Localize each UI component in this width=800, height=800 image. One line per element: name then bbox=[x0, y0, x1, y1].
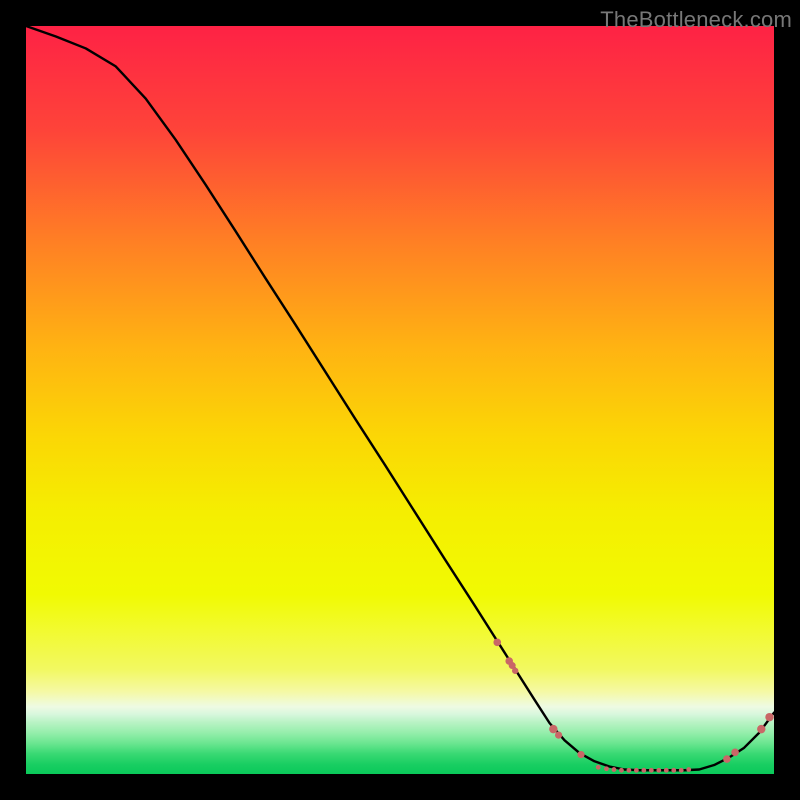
chart-marker bbox=[686, 767, 691, 772]
chart-marker bbox=[671, 768, 676, 773]
chart-marker bbox=[549, 725, 557, 733]
chart-background bbox=[26, 26, 774, 774]
chart-marker bbox=[664, 768, 669, 773]
chart-marker bbox=[634, 768, 639, 773]
chart-marker bbox=[641, 768, 646, 773]
chart-marker bbox=[555, 732, 562, 739]
chart-marker bbox=[512, 668, 518, 674]
chart-marker bbox=[577, 751, 584, 758]
chart-marker bbox=[604, 766, 609, 771]
watermark-label: TheBottleneck.com bbox=[600, 7, 792, 33]
chart-marker bbox=[731, 749, 739, 757]
chart-marker bbox=[493, 639, 501, 647]
chart-marker bbox=[626, 768, 631, 773]
plot-area bbox=[26, 26, 774, 774]
chart-marker bbox=[656, 768, 661, 773]
chart-marker bbox=[596, 765, 601, 770]
chart-marker bbox=[723, 755, 731, 763]
chart-marker bbox=[679, 768, 684, 773]
chart-marker bbox=[765, 713, 773, 721]
chart-marker bbox=[612, 767, 617, 772]
chart-container: TheBottleneck.com bbox=[0, 0, 800, 800]
chart-svg bbox=[26, 26, 774, 774]
chart-marker bbox=[619, 768, 624, 773]
chart-marker bbox=[757, 725, 765, 733]
chart-marker bbox=[649, 768, 654, 773]
